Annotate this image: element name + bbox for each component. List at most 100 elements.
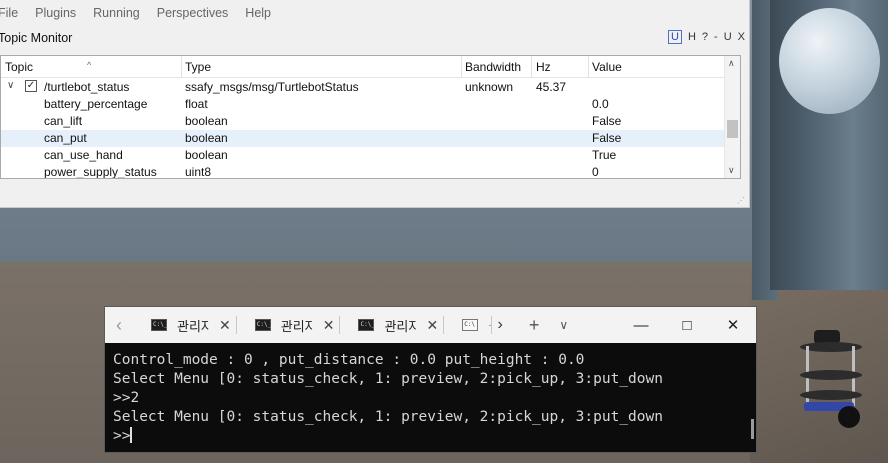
tab-label: 관리자: [280, 318, 313, 334]
console-line: Select Menu [0: status_check, 1: preview…: [113, 409, 663, 425]
sort-up-icon: ^: [87, 60, 92, 70]
robot-plate: [800, 370, 862, 380]
field-value: False: [592, 114, 622, 128]
column-divider: [461, 56, 462, 78]
turtlebot-model: [796, 328, 866, 433]
table-row[interactable]: can_lift boolean False: [1, 113, 724, 130]
field-value: False: [592, 131, 622, 145]
terminal-tab[interactable]: C:\_ 관리자 ✕: [340, 307, 444, 343]
field-name: can_lift: [44, 114, 83, 128]
console-line: Select Menu [0: status_check, 1: preview…: [113, 371, 663, 387]
close-icon[interactable]: ✕: [710, 316, 756, 334]
table-row-selected[interactable]: can_put boolean False: [1, 130, 724, 147]
close-tab-icon[interactable]: ✕: [323, 317, 335, 334]
robot-wheel: [838, 406, 860, 428]
terminal-tab[interactable]: C:\ ·: [444, 307, 492, 343]
field-name: can_put: [44, 131, 87, 145]
help-button[interactable]: H: [688, 31, 696, 43]
field-type: uint8: [185, 165, 212, 179]
plugin-title-buttons: U H ? - U X: [668, 30, 745, 44]
console-prompt-line: >>: [113, 427, 748, 446]
column-divider: [588, 56, 589, 78]
topic-tree[interactable]: ^ Topic Type Bandwidth Hz Value ∨ ✓ /tur…: [0, 55, 741, 179]
minimize-icon[interactable]: —: [618, 317, 664, 334]
table-row-parent[interactable]: ∨ ✓ /turtlebot_status ssafy_msgs/msg/Tur…: [1, 79, 724, 96]
menu-running[interactable]: Running: [93, 6, 140, 20]
terminal-scroll-thumb[interactable]: [751, 419, 754, 439]
tree-header: ^ Topic Type Bandwidth Hz Value: [1, 56, 724, 78]
console-line: >>2: [113, 390, 140, 406]
column-divider: [181, 56, 182, 78]
close-tab-icon[interactable]: ✕: [219, 317, 231, 334]
field-type: boolean: [185, 131, 228, 145]
scroll-down-icon[interactable]: ∨: [728, 165, 735, 176]
minimize-button[interactable]: -: [714, 31, 718, 43]
question-button[interactable]: ?: [702, 31, 708, 43]
header-topic[interactable]: Topic: [5, 60, 33, 74]
topic-checkbox[interactable]: ✓: [25, 80, 37, 92]
plugin-title: Topic Monitor: [0, 31, 73, 45]
field-value: 0.0: [592, 97, 609, 111]
console-prompt: >>: [113, 428, 131, 444]
maximize-icon[interactable]: □: [664, 317, 710, 334]
window-controls: — □ ✕: [618, 307, 756, 343]
header-type[interactable]: Type: [185, 60, 211, 74]
undock-button[interactable]: U: [668, 30, 682, 44]
chevron-down-icon[interactable]: ∨: [559, 318, 568, 332]
table-row[interactable]: power_supply_status uint8 0: [1, 164, 724, 179]
header-bandwidth[interactable]: Bandwidth: [465, 60, 521, 74]
field-name: power_supply_status: [44, 165, 157, 179]
header-value[interactable]: Value: [592, 60, 622, 74]
topic-bandwidth: unknown: [465, 80, 514, 94]
cmd-icon: C:\: [462, 319, 479, 331]
menu-perspectives[interactable]: Perspectives: [157, 6, 229, 20]
chevron-right-icon[interactable]: ›: [498, 316, 503, 334]
tab-label: 관리자: [177, 318, 209, 334]
chevron-left-icon[interactable]: ‹: [105, 307, 133, 343]
cmd-icon: C:\_: [151, 319, 167, 331]
field-name: battery_percentage: [44, 97, 148, 111]
tree-rows: ∨ ✓ /turtlebot_status ssafy_msgs/msg/Tur…: [1, 79, 724, 179]
rqt-window: File Plugins Running Perspectives Help T…: [0, 0, 750, 208]
topic-name: /turtlebot_status: [44, 80, 130, 94]
column-divider: [531, 56, 532, 78]
menu-bar: File Plugins Running Perspectives Help: [0, 0, 750, 26]
restore-button[interactable]: U: [724, 31, 732, 43]
field-type: boolean: [185, 148, 228, 162]
plugin-title-bar: Topic Monitor: [0, 28, 750, 48]
resize-grip-icon[interactable]: ⋰: [737, 196, 745, 205]
menu-file[interactable]: File: [0, 6, 18, 20]
terminal-tab[interactable]: C:\_ 관리자 ✕: [237, 307, 341, 343]
terminal-window: ‹ C:\_ 관리자 ✕ C:\_ 관리자 ✕ C:\_ 관리자 ✕ C:\ ·…: [104, 306, 757, 453]
header-hz[interactable]: Hz: [536, 60, 551, 74]
terminal-tab[interactable]: C:\_ 관리자 ✕: [133, 307, 237, 343]
terminal-output[interactable]: Control_mode : 0 , put_distance : 0.0 pu…: [113, 351, 748, 446]
menu-help[interactable]: Help: [245, 6, 271, 20]
cmd-icon: C:\_: [358, 319, 375, 331]
topic-hz: 45.37: [536, 80, 567, 94]
terminal-tab-bar: ‹ C:\_ 관리자 ✕ C:\_ 관리자 ✕ C:\_ 관리자 ✕ C:\ ·…: [105, 307, 756, 343]
topic-type: ssafy_msgs/msg/TurtlebotStatus: [185, 80, 359, 94]
close-tab-icon[interactable]: ✕: [426, 317, 438, 334]
console-line: Control_mode : 0 , put_distance : 0.0 pu…: [113, 352, 585, 368]
field-value: True: [592, 148, 617, 162]
field-name: can_use_hand: [44, 148, 123, 162]
tab-overflow-icon: ·: [488, 319, 492, 331]
close-button[interactable]: X: [738, 31, 745, 43]
table-row[interactable]: can_use_hand boolean True: [1, 147, 724, 164]
scroll-thumb[interactable]: [727, 120, 738, 138]
tree-scrollbar[interactable]: ∧ ∨: [724, 56, 740, 178]
field-type: boolean: [185, 114, 228, 128]
table-row[interactable]: battery_percentage float 0.0: [1, 96, 724, 113]
field-value: 0: [592, 165, 599, 179]
cmd-icon: C:\_: [254, 319, 271, 331]
field-type: float: [185, 97, 208, 111]
new-tab-icon[interactable]: +: [529, 315, 540, 336]
tab-label: 관리자: [384, 318, 417, 334]
sphere-object: [779, 8, 880, 114]
text-cursor: [130, 427, 133, 443]
scroll-up-icon[interactable]: ∧: [728, 58, 735, 69]
chevron-down-icon[interactable]: ∨: [7, 80, 14, 91]
menu-plugins[interactable]: Plugins: [35, 6, 76, 20]
robot-plate: [800, 390, 862, 400]
